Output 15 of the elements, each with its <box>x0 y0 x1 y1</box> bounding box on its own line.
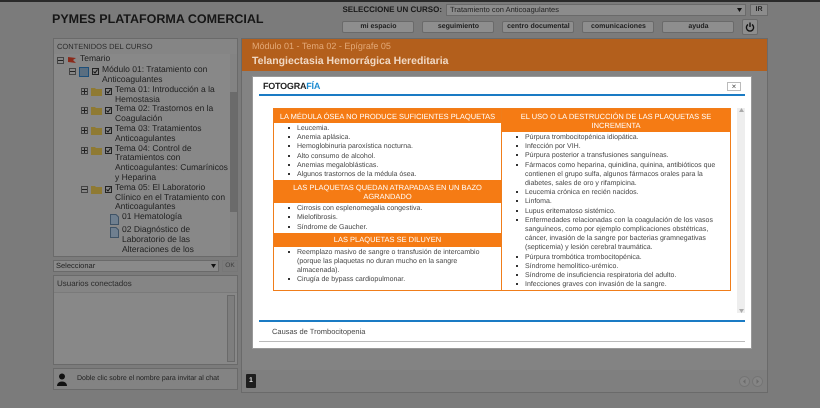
course-label: SELECCIONE UN CURSO: <box>342 4 442 16</box>
breadcrumb: Módulo 01 - Tema 02 - Epígrafe 05 <box>252 40 392 54</box>
tree-item[interactable]: Tema 02: Trastornos en la Coagulación <box>115 104 230 124</box>
tree-item[interactable]: Tema 03: Tratamientos Anticoagulantes <box>115 124 230 144</box>
tree-item[interactable]: 01 Hematología <box>122 212 182 222</box>
tree-item[interactable]: Tema 04: Control de Tratamientos con Anticoagulantes: Cumarínicos y Heparina <box>115 144 230 183</box>
tree-item[interactable]: Módulo 01: Tratamiento con Anticoagulantes <box>102 65 230 85</box>
logo: FOTOGRAFÍA <box>263 80 320 93</box>
content-title: Telangiectasia Hemorrágica Hereditaria <box>252 54 450 69</box>
tree-item[interactable]: Tema 05: El Laboratorio Clínico en el Tratamiento con Anticoagulantes <box>115 182 230 212</box>
app-title: PYMES PLATAFORMA COMERCIAL <box>52 10 264 28</box>
tree-item[interactable]: Tema 01: Introducción a la Hemostasia <box>115 84 230 104</box>
tree-item[interactable]: 02 Diagnóstico de Laboratorio de las Alteraciones de los <box>122 225 230 255</box>
tree-item[interactable]: Temario <box>80 54 110 64</box>
close-button[interactable]: × <box>727 82 741 91</box>
